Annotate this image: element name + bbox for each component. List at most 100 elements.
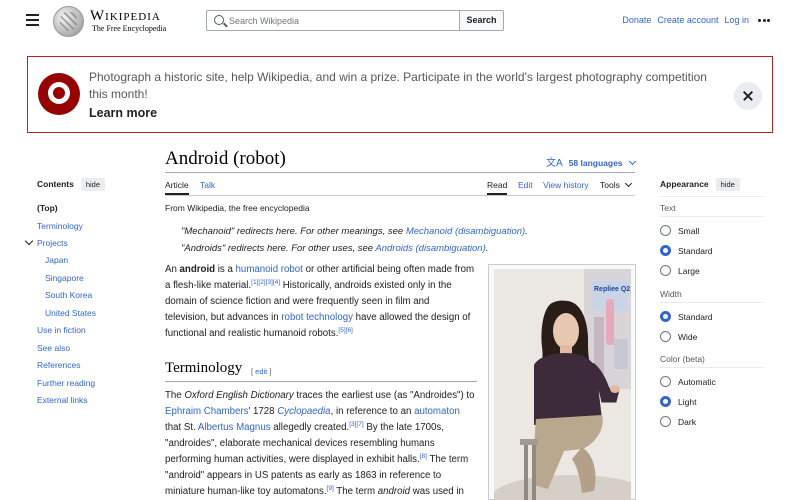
robot-technology-link[interactable]: robot technology — [281, 312, 353, 323]
section-edit-link[interactable]: edit — [255, 367, 267, 376]
tools-menu[interactable]: Tools — [600, 179, 632, 190]
text-standard-radio[interactable] — [660, 245, 671, 256]
chevron-down-icon[interactable] — [24, 236, 34, 246]
toc-item-projects[interactable]: Projects — [24, 236, 68, 248]
user-links: Donate Create account Log in — [616, 15, 749, 25]
log-in-link[interactable]: Log in — [724, 15, 749, 25]
appearance-title: Appearance — [660, 179, 709, 189]
wiki-loves-monuments-logo — [38, 73, 80, 115]
tab-read[interactable]: Read — [487, 180, 508, 195]
section-divider — [165, 381, 477, 382]
create-account-link[interactable]: Create account — [657, 15, 718, 25]
hatnote-androids: "Androids" redirects here. For other use… — [181, 243, 489, 254]
ephraim-chambers-link[interactable]: Ephraim Chambers — [165, 406, 248, 417]
tabs-divider — [165, 195, 635, 196]
text-small-radio[interactable] — [660, 225, 671, 236]
more-options-icon[interactable] — [758, 19, 770, 22]
infobox-image[interactable]: Repliee Q2 — [488, 264, 636, 500]
search-input[interactable] — [229, 13, 454, 28]
search-icon — [214, 15, 224, 25]
width-standard-label: Standard — [678, 312, 713, 322]
wikipedia-tagline: The Free Encyclopedia — [92, 24, 167, 33]
panel-divider — [660, 367, 764, 368]
learn-more-link[interactable]: Learn more — [89, 106, 157, 120]
search-box — [206, 10, 460, 31]
toc-item-use-in-fiction[interactable]: Use in fiction — [37, 325, 86, 335]
toc-item-terminology[interactable]: Terminology — [37, 221, 83, 231]
albertus-magnus-link[interactable]: Albertus Magnus — [198, 422, 271, 433]
tab-article[interactable]: Article — [165, 180, 189, 195]
color-dark-label: Dark — [678, 417, 696, 427]
hatnote-text: "Mechanoid" redirects here. For other me… — [181, 226, 406, 237]
cyclopaedia-link[interactable]: Cyclopaedia — [277, 406, 330, 417]
automaton-link[interactable]: automaton — [414, 406, 460, 417]
language-button[interactable]: 文A 58 languages — [546, 154, 636, 169]
citation-link[interactable]: [3][7] — [349, 421, 363, 428]
color-automatic-radio[interactable] — [660, 376, 671, 387]
chevron-down-icon — [624, 179, 632, 188]
citation-link[interactable]: [1][2][3][4] — [251, 279, 280, 286]
close-icon[interactable] — [734, 82, 762, 110]
campaign-banner: Photograph a historic site, help Wikiped… — [27, 56, 773, 133]
text-large-label: Large — [678, 266, 700, 276]
text-small-label: Small — [678, 226, 700, 236]
citation-link[interactable]: [8] — [420, 453, 427, 460]
citation-link[interactable]: [9] — [327, 485, 334, 492]
text-standard-label: Standard — [678, 246, 713, 256]
search-button[interactable]: Search — [459, 10, 504, 31]
panel-divider — [660, 302, 764, 303]
androids-disambiguation-link[interactable]: Androids (disambiguation) — [375, 243, 485, 254]
title-divider — [165, 172, 635, 173]
text-large-radio[interactable] — [660, 265, 671, 276]
wikipedia-globe-logo[interactable] — [53, 6, 84, 37]
color-automatic-label: Automatic — [678, 377, 716, 387]
chevron-down-icon — [628, 157, 636, 166]
page-tabs: Article Talk Read Edit View history Tool… — [165, 179, 635, 196]
toc-item-references[interactable]: References — [37, 360, 80, 370]
tab-view-history[interactable]: View history — [543, 180, 589, 190]
toc-item-top[interactable]: (Top) — [37, 203, 58, 213]
toc-hide-button[interactable]: hide — [80, 178, 106, 191]
toc-item-south-korea[interactable]: South Korea — [45, 290, 92, 300]
sign-text: Repliee Q2 — [594, 286, 630, 293]
width-label: Width — [660, 289, 682, 299]
donate-link[interactable]: Donate — [622, 15, 651, 25]
tools-label: Tools — [600, 180, 620, 190]
toc-item-label: Projects — [37, 238, 68, 248]
humanoid-robot-link[interactable]: humanoid robot — [236, 264, 303, 275]
site-header: Wikipedia The Free Encyclopedia Search D… — [0, 0, 800, 42]
intro-paragraph: An android is a humanoid robot or other … — [165, 264, 475, 339]
color-light-radio[interactable] — [660, 396, 671, 407]
width-wide-radio[interactable] — [660, 331, 671, 342]
citation-link[interactable]: [5][6] — [338, 327, 352, 334]
mechanoid-disambiguation-link[interactable]: Mechanoid (disambiguation) — [406, 226, 525, 237]
terminology-paragraph: The Oxford English Dictionary traces the… — [165, 390, 475, 497]
tab-edit[interactable]: Edit — [518, 180, 533, 190]
toc-title: Contents — [37, 179, 74, 189]
toc-item-united-states[interactable]: United States — [45, 308, 96, 318]
main-menu-icon[interactable] — [26, 14, 39, 26]
page-title: Android (robot) — [165, 148, 286, 169]
hatnote-text: "Androids" redirects here. For other use… — [181, 243, 376, 254]
width-wide-label: Wide — [678, 332, 698, 342]
wikipedia-wordmark[interactable]: Wikipedia — [90, 8, 161, 25]
toc-item-further-reading[interactable]: Further reading — [37, 378, 95, 388]
banner-message: Photograph a historic site, help Wikiped… — [89, 70, 707, 101]
panel-divider — [660, 196, 764, 197]
toc-item-singapore[interactable]: Singapore — [45, 273, 84, 283]
color-dark-radio[interactable] — [660, 416, 671, 427]
width-standard-radio[interactable] — [660, 311, 671, 322]
text-size-label: Text — [660, 203, 676, 213]
section-heading-terminology: Terminology — [165, 360, 243, 376]
site-subtitle: From Wikipedia, the free encyclopedia — [165, 203, 310, 213]
toc-item-external-links[interactable]: External links — [37, 395, 88, 405]
appearance-hide-button[interactable]: hide — [715, 178, 740, 191]
tab-talk[interactable]: Talk — [200, 180, 215, 190]
translate-icon: 文A — [546, 158, 563, 169]
panel-divider — [660, 216, 764, 217]
section-edit: [ edit ] — [251, 367, 272, 376]
hatnote-mechanoid: "Mechanoid" redirects here. For other me… — [181, 226, 528, 237]
toc-item-see-also[interactable]: See also — [37, 343, 70, 353]
toc-item-japan[interactable]: Japan — [45, 255, 68, 265]
color-light-label: Light — [678, 397, 697, 407]
